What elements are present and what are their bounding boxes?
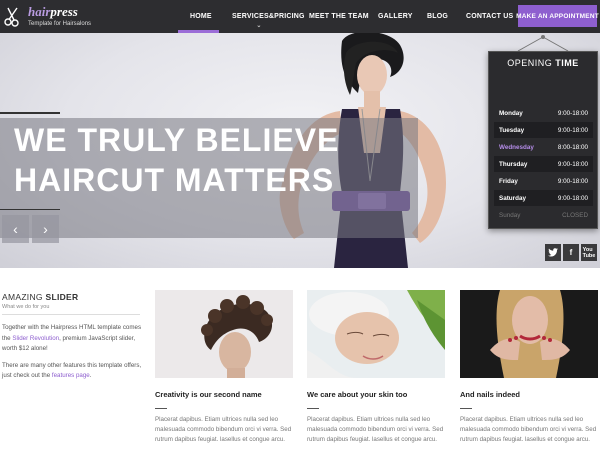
card-title: We care about your skin too: [307, 390, 408, 399]
card-divider: [307, 408, 319, 409]
facebook-icon[interactable]: f: [563, 244, 579, 261]
logo[interactable]: hairpress Template for Hairsalons: [3, 4, 113, 29]
card-text: Placerat dapibus. Etiam ultrices nulla s…: [155, 416, 292, 444]
hero-headline-line-2: HAIRCUT MATTERS: [14, 162, 335, 198]
nav-contact-us[interactable]: CONTACT US: [464, 0, 513, 33]
section-divider: [2, 314, 140, 315]
slider-next-button[interactable]: ›: [32, 215, 59, 243]
brand-tagline: Template for Hairsalons: [28, 21, 92, 27]
hero-headline-line-1: WE TRULY BELIEVE: [14, 122, 340, 158]
nav-blog[interactable]: BLOG: [425, 0, 448, 33]
slider-revolution-link[interactable]: Slider Revolution: [12, 335, 59, 342]
card-text: Placerat dapibus. Etiam ultrices nulla s…: [307, 416, 444, 444]
hours-row-today: Wednesday 8:00-18:00: [499, 144, 588, 151]
brand-name: hairpress: [28, 4, 78, 19]
youtube-icon[interactable]: You Tube: [581, 244, 597, 261]
card-title: Creativity is our second name: [155, 390, 262, 399]
card-title: And nails indeed: [460, 390, 521, 399]
nails-image[interactable]: [460, 290, 598, 378]
nav-services-pricing[interactable]: SERVICES&PRICING ⌄: [228, 0, 305, 33]
nav-gallery[interactable]: GALLERY: [376, 0, 412, 33]
nav-home[interactable]: HOME: [178, 0, 219, 33]
chevron-right-icon: ›: [43, 221, 48, 237]
card-divider: [155, 408, 167, 409]
slider-prev-button[interactable]: ‹: [2, 215, 29, 243]
hero-headline-box: WE TRULY BELIEVE HAIRCUT MATTERS: [0, 118, 418, 238]
hours-row: Thursday 9:00-18:00: [494, 156, 593, 172]
service-card: We care about your skin too Placerat dap…: [307, 290, 445, 446]
top-navbar: hairpress Template for Hairsalons HOME S…: [0, 0, 600, 33]
nav-meet-the-team[interactable]: MEET THE TEAM: [307, 0, 369, 33]
section-heading: AMAZING SLIDER: [2, 292, 79, 302]
scissors-icon: [4, 7, 19, 27]
service-card: And nails indeed Placerat dapibus. Etiam…: [460, 290, 598, 446]
hours-row: Monday 9:00-18:00: [499, 110, 588, 117]
chevron-left-icon: ‹: [13, 221, 18, 237]
features-paragraph: There are many other features this templ…: [2, 361, 142, 380]
make-appointment-button[interactable]: MAKE AN APPOINTMENT: [516, 5, 599, 27]
service-card: Creativity is our second name Placerat d…: [155, 290, 293, 446]
hours-row: Tuesday 9:00-18:00: [494, 122, 593, 138]
hero-bottom-rule: [0, 209, 60, 210]
hairstyle-image[interactable]: [155, 290, 293, 378]
section-subtitle: What we do for you: [2, 304, 50, 310]
hours-row: Friday 9:00-18:00: [499, 178, 588, 185]
twitter-icon[interactable]: [545, 244, 561, 261]
chevron-down-icon: ⌄: [256, 23, 262, 29]
opening-hours-title: OPENING TIME: [507, 58, 579, 68]
card-text: Placerat dapibus. Etiam ultrices nulla s…: [460, 416, 597, 444]
hours-row: Saturday 9:00-18:00: [494, 190, 593, 206]
hours-row-closed: Sunday CLOSED: [499, 212, 588, 219]
features-page-link[interactable]: features page: [52, 372, 90, 379]
amazing-slider-section: AMAZING SLIDER What we do for you Togeth…: [2, 292, 142, 382]
hero-top-rule: [0, 112, 60, 114]
intro-paragraph: Together with the Hairpress HTML templat…: [2, 324, 142, 352]
skincare-image[interactable]: [307, 290, 445, 378]
opening-hours-panel: OPENING TIME Monday 9:00-18:00 Tuesday 9:0…: [488, 51, 598, 229]
card-divider: [460, 408, 472, 409]
